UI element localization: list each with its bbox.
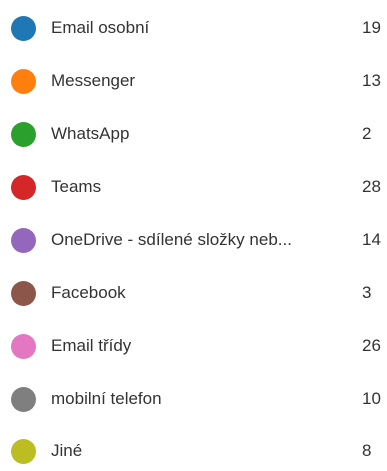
legend-item-label: OneDrive - sdílené složky neb... [51, 230, 292, 249]
response-legend: Email osobní 19 Messenger 13 WhatsApp 2 … [0, 0, 387, 464]
legend-item-label: Jiné [51, 441, 83, 460]
legend-color-dot [11, 333, 36, 359]
legend-item-count: 10 [362, 389, 381, 408]
legend-item-count: 14 [362, 230, 381, 249]
legend-item-email-osobni: Email osobní 19 [0, 8, 387, 48]
legend-item-label: Facebook [51, 283, 126, 302]
legend-item-teams: Teams 28 [0, 167, 387, 207]
legend-item-count: 26 [362, 336, 381, 355]
legend-item-mobilni-telefon: mobilní telefon 10 [0, 379, 387, 419]
legend-color-dot [11, 227, 36, 253]
legend-item-label: Messenger [51, 71, 136, 90]
legend-color-dot [11, 15, 36, 41]
legend-item-count: 19 [362, 18, 381, 37]
legend-color-dot [11, 386, 36, 412]
legend-color-dot [11, 174, 36, 200]
legend-item-facebook: Facebook 3 [0, 273, 387, 313]
legend-color-dot [11, 121, 36, 147]
legend-color-dot [11, 68, 36, 94]
legend-item-whatsapp: WhatsApp 2 [0, 114, 387, 154]
legend-item-count: 28 [362, 177, 381, 196]
legend-item-email-tridy: Email třídy 26 [0, 326, 387, 366]
legend-item-messenger: Messenger 13 [0, 61, 387, 101]
legend-item-count: 8 [362, 441, 372, 460]
legend-item-count: 2 [362, 124, 372, 143]
legend-item-label: WhatsApp [51, 124, 130, 143]
legend-item-label: Teams [51, 177, 102, 196]
legend-item-count: 13 [362, 71, 381, 90]
legend-color-dot [11, 280, 36, 306]
legend-item-onedrive: OneDrive - sdílené složky neb... 14 [0, 220, 387, 260]
legend-item-label: mobilní telefon [51, 389, 162, 408]
legend-item-count: 3 [362, 283, 372, 302]
legend-item-label: Email osobní [51, 18, 150, 37]
legend-color-dot [11, 438, 36, 464]
legend-item-jine: Jiné 8 [0, 431, 387, 471]
legend-item-label: Email třídy [51, 336, 132, 355]
